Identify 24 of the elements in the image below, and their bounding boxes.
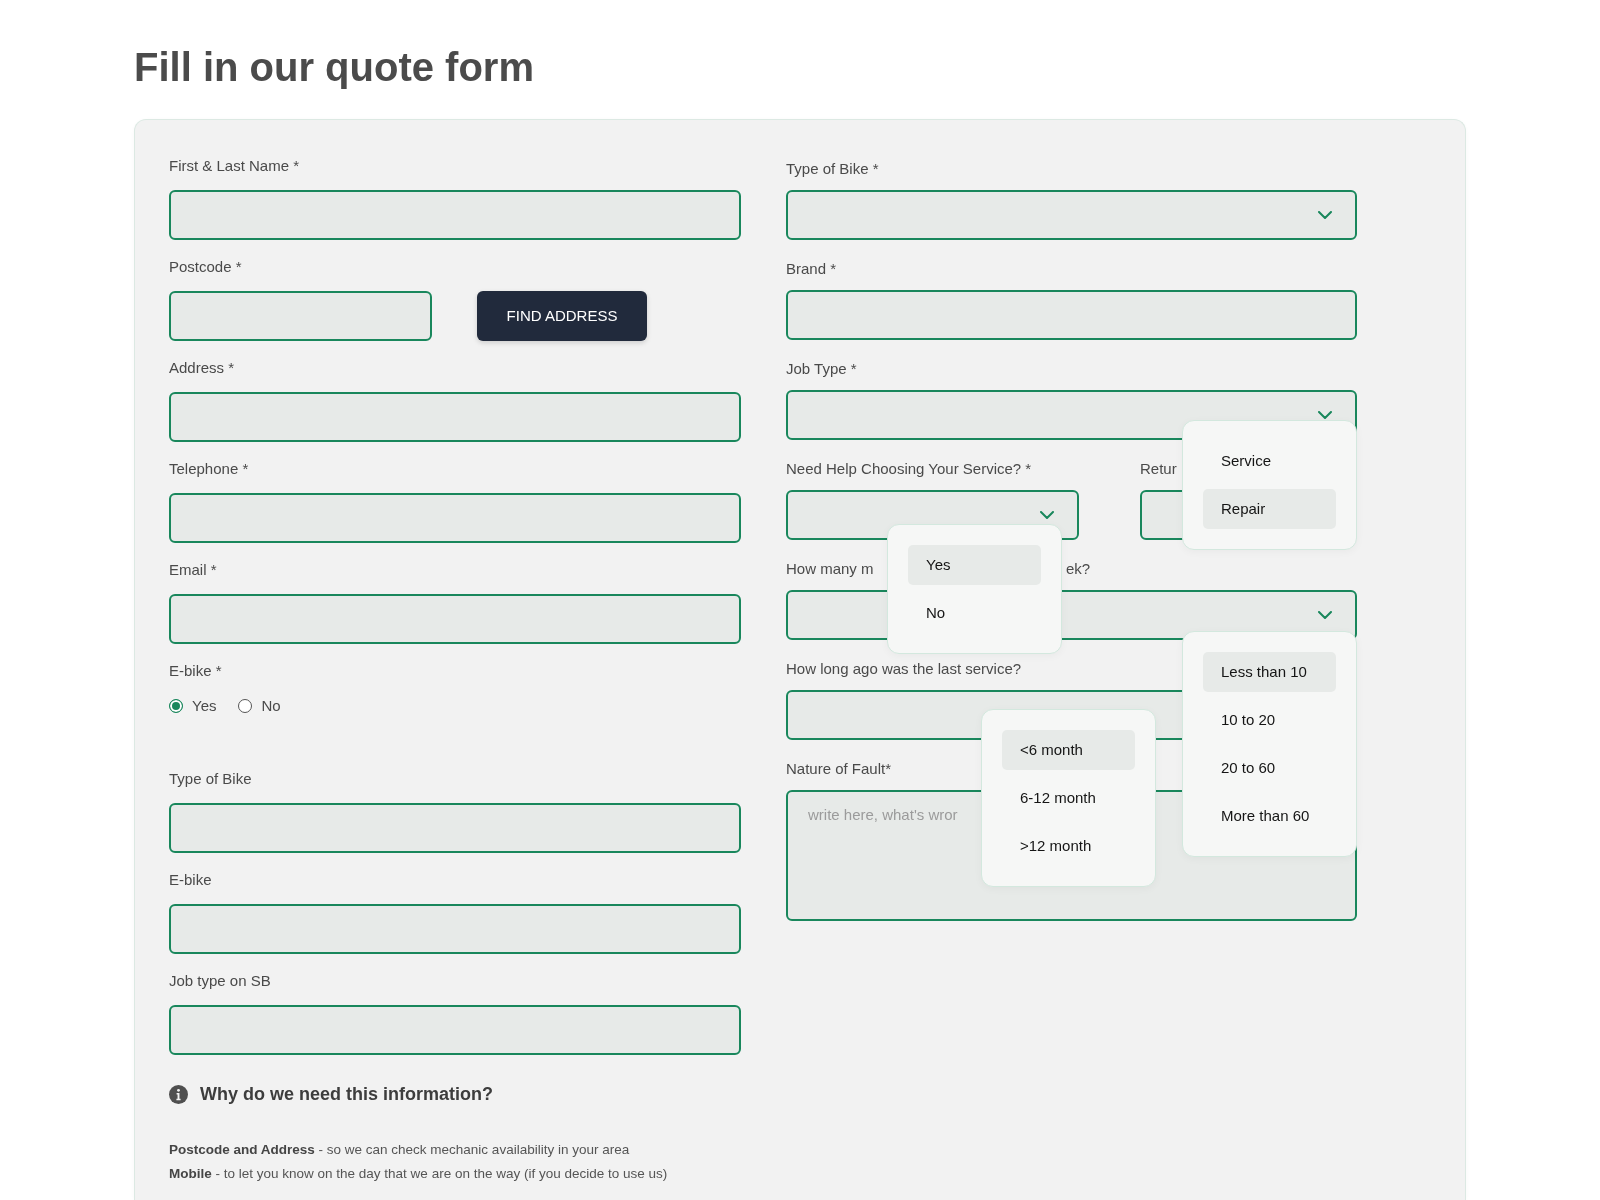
field-label: E-bike * (169, 661, 222, 681)
field-label: First & Last Name * (169, 156, 300, 176)
field-label: Postcode * (169, 257, 242, 277)
field-label: How long ago was the last service? (786, 659, 1022, 679)
field-label: Telephone * (169, 459, 249, 479)
field-label: Brand * (786, 259, 837, 279)
info-text: Postcode and Address - so we can check mechanic availability in your area (169, 1141, 631, 1159)
field-label: Job type on SB (169, 971, 271, 991)
page-title: Fill in our quote form (134, 44, 534, 91)
radio-label: No (261, 696, 281, 716)
field-label: Type of Bike (169, 769, 252, 789)
info-heading: Why do we need this information? (200, 1083, 493, 1106)
field-label: Need Help Choosing Your Service? * (786, 459, 1032, 479)
field-label: ek? (1066, 559, 1091, 579)
field-label: Nature of Fault* (786, 759, 892, 779)
field-label: Email * (169, 560, 217, 580)
field-label: Type of Bike * (786, 159, 879, 179)
field-label: Address * (169, 358, 235, 378)
field-label: Retur (1140, 459, 1177, 479)
info-text: Mobile - to let you know on the day that we are on the way (if you decide to use us) (169, 1165, 669, 1183)
field-label: How many m (786, 559, 874, 579)
radio-label: Yes (192, 696, 217, 716)
field-label: E-bike (169, 870, 212, 890)
field-label: Job Type * (786, 359, 857, 379)
